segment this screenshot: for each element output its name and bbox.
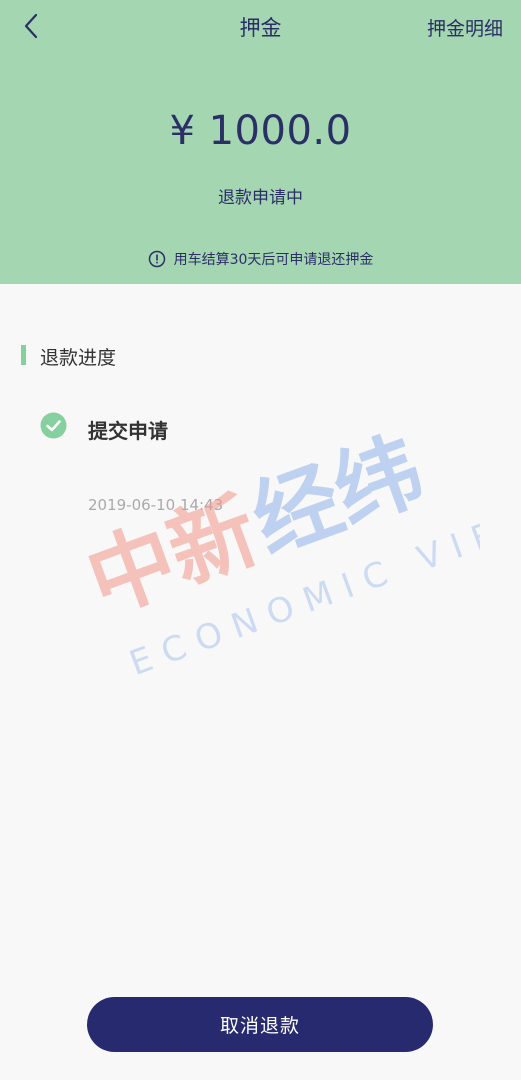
progress-step-time: 2019-06-10 14:43 (88, 496, 224, 514)
check-circle-icon (40, 412, 67, 439)
refund-notice: 用车结算30天后可申请退还押金 (0, 249, 521, 269)
section-marker (21, 345, 26, 365)
info-icon (148, 250, 165, 268)
deposit-page: 押金 押金明细 ¥ 1000.0 退款申请中 用车结算30天后可申请退还押金 退… (0, 0, 521, 1080)
deposit-header: 押金 押金明细 ¥ 1000.0 退款申请中 用车结算30天后可申请退还押金 (0, 0, 521, 284)
deposit-amount: ¥ 1000.0 (169, 108, 352, 154)
progress-section-title: 退款进度 (40, 347, 117, 369)
progress-step-label: 提交申请 (88, 419, 168, 443)
refund-notice-text: 用车结算30天后可申请退还押金 (173, 252, 374, 268)
svg-text:ECONOMIC VIEW: ECONOMIC VIEW (124, 495, 480, 680)
watermark-logo: 中新 经纬 ECONOMIC VIEW (75, 420, 480, 680)
svg-text:经纬: 经纬 (240, 420, 436, 573)
cancel-refund-button[interactable]: 取消退款 (87, 997, 433, 1052)
refund-status: 退款申请中 (218, 188, 303, 208)
deposit-detail-link[interactable]: 押金明细 (427, 14, 503, 41)
